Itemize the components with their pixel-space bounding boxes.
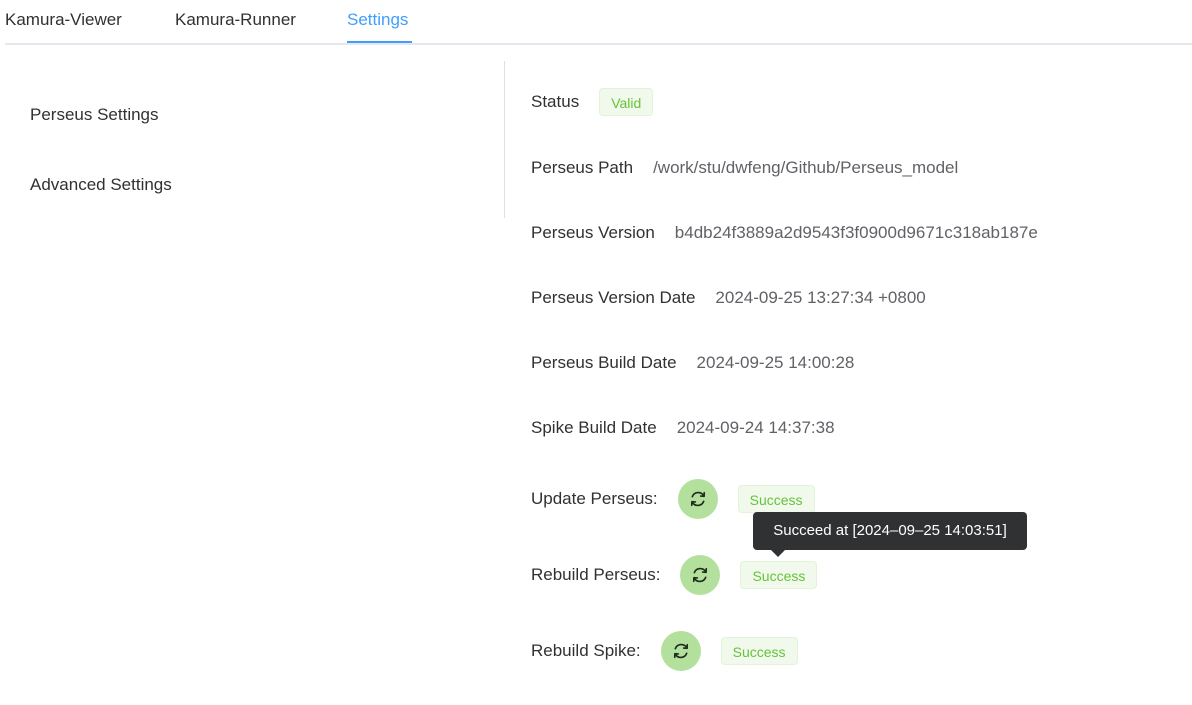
update-perseus-status-badge: Success [737, 485, 815, 513]
rebuild-spike-label: Rebuild Spike: [531, 641, 641, 660]
refresh-icon [673, 643, 688, 659]
update-perseus-button[interactable] [677, 479, 718, 519]
tooltip: Succeed at [2024–09–25 14:03:51] [753, 512, 1027, 550]
status-row: Status Valid [531, 82, 654, 122]
perseus-path-label: Perseus Path [531, 158, 634, 177]
perseus-version-date-row: Perseus Version Date 2024-09-25 13:27:34… [531, 278, 926, 318]
refresh-icon [693, 567, 708, 583]
tab-settings[interactable]: Settings [347, 9, 408, 31]
status-label: Status [531, 92, 580, 111]
perseus-version-date-value: 2024-09-25 13:27:34 +0800 [715, 288, 926, 307]
rebuild-perseus-status-badge: Success [740, 561, 818, 589]
spike-build-date-value: 2024-09-24 14:37:38 [676, 418, 835, 437]
update-perseus-label: Update Perseus: [531, 489, 658, 508]
rebuild-perseus-label: Rebuild Perseus: [531, 565, 661, 584]
tooltip-arrow [771, 550, 785, 557]
perseus-version-label: Perseus Version [531, 223, 655, 242]
tab-bar: Kamura-Viewer Kamura-Runner Settings [5, 0, 1192, 45]
status-badge: Valid [599, 88, 654, 116]
rebuild-spike-status-badge: Success [720, 637, 798, 665]
refresh-icon [690, 491, 705, 507]
perseus-path-value: /work/stu/dwfeng/Github/Perseus_model [653, 158, 959, 177]
perseus-build-date-row: Perseus Build Date 2024-09-25 14:00:28 [531, 343, 854, 383]
spike-build-date-label: Spike Build Date [531, 418, 657, 437]
rebuild-spike-button[interactable] [660, 631, 701, 671]
spike-build-date-row: Spike Build Date 2024-09-24 14:37:38 [531, 408, 835, 448]
menu-divider [504, 61, 505, 218]
tab-kamura-viewer[interactable]: Kamura-Viewer [5, 9, 122, 31]
menu-item-advanced-settings[interactable]: Advanced Settings [30, 174, 172, 196]
tab-kamura-runner[interactable]: Kamura-Runner [175, 9, 296, 31]
perseus-build-date-value: 2024-09-25 14:00:28 [696, 353, 855, 372]
rebuild-spike-row: Rebuild Spike: Success [531, 631, 798, 671]
perseus-path-row: Perseus Path /work/stu/dwfeng/Github/Per… [531, 148, 958, 188]
active-tab-indicator [347, 41, 412, 43]
perseus-version-value: b4db24f3889a2d9543f3f0900d9671c318ab187e [674, 223, 1038, 242]
rebuild-perseus-button[interactable] [680, 555, 721, 595]
perseus-build-date-label: Perseus Build Date [531, 353, 677, 372]
perseus-version-row: Perseus Version b4db24f3889a2d9543f3f090… [531, 213, 1038, 253]
rebuild-perseus-row: Rebuild Perseus: Success [531, 555, 818, 595]
menu-item-perseus-settings[interactable]: Perseus Settings [30, 104, 159, 126]
perseus-version-date-label: Perseus Version Date [531, 288, 696, 307]
